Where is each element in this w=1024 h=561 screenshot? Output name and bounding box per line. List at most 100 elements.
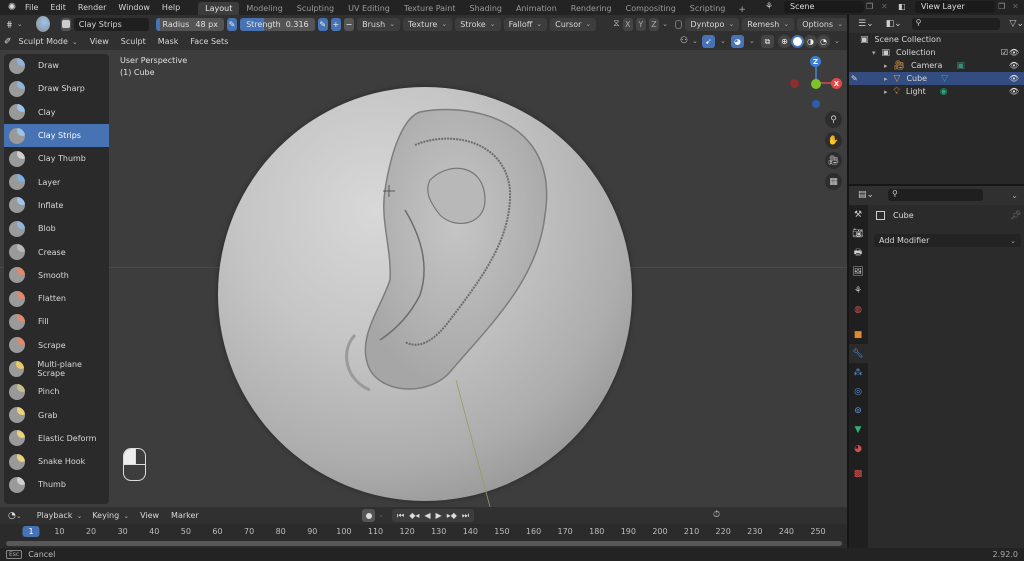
symmetry-y-toggle[interactable]: Y [635,17,646,31]
stroke-dropdown[interactable]: Stroke ⌄ [455,17,501,31]
next-keyframe-icon[interactable]: ▸◆ [447,511,457,520]
add-workspace-button[interactable]: + [732,5,752,15]
new-view-layer-icon[interactable]: ❐ [998,2,1005,11]
properties-search-input[interactable]: ⚲ [888,189,984,201]
sculpt-mode-icon[interactable]: ✎ [851,74,858,83]
tab-compositing[interactable]: Compositing [619,2,683,15]
scene-selector[interactable]: Scene [784,1,864,13]
strength-pressure-toggle[interactable]: ✎ [317,17,328,31]
menu-sculpt[interactable]: Sculpt [116,37,151,46]
tool-layer[interactable]: Layer [4,170,109,193]
area-divider[interactable] [848,184,1024,186]
visibility-eye-icon[interactable]: 👁︎ [1009,74,1019,83]
play-icon[interactable]: ▶ [436,511,442,520]
direction-subtract-button[interactable]: − [343,17,355,31]
timeline-editor-type-icon[interactable]: ◔ [8,511,16,521]
tool-draw-sharp[interactable]: Draw Sharp [4,77,109,100]
camera-data-icon[interactable]: ▣ [956,61,965,71]
tab-scripting[interactable]: Scripting [683,2,733,15]
texture-dropdown[interactable]: Texture ⌄ [403,17,453,31]
tool-draw[interactable]: Draw [4,54,109,77]
delete-scene-icon[interactable]: ✕ [881,2,888,11]
menu-edit[interactable]: Edit [44,3,72,12]
tool-pinch[interactable]: Pinch [4,380,109,403]
tab-rendering[interactable]: Rendering [564,2,619,15]
timeline-marker-menu[interactable]: Marker [165,511,205,520]
tab-animation[interactable]: Animation [509,2,564,15]
brush-preview-icon[interactable] [35,16,50,32]
tool-thumb[interactable]: Thumb [4,473,109,496]
tool-clay[interactable]: Clay [4,101,109,124]
tool-clay-strips[interactable]: Clay Strips [4,123,109,148]
tool-fill[interactable]: Fill [4,310,109,333]
chevron-down-icon[interactable]: ⌄ [692,37,698,45]
chevron-down-icon[interactable]: ⌄ [378,511,384,519]
pan-view-hand-icon[interactable]: ✋ [825,132,842,149]
render-icon[interactable]: 📷︎ [848,224,868,243]
gizmo-z-axis[interactable]: Z [810,56,821,67]
exclude-checkbox[interactable]: ☑ [1001,48,1008,57]
tool-scrape[interactable]: Scrape [4,334,109,357]
radius-field[interactable]: Radius 48 px [156,17,224,31]
dyntopo-dropdown[interactable]: Dyntopo ⌄ [685,17,740,31]
tool-clay-thumb[interactable]: Clay Thumb [4,147,109,170]
menu-window[interactable]: Window [112,3,156,12]
display-mode-icon[interactable]: ◧⌄ [886,19,902,29]
strength-field[interactable]: Strength 0.316 [240,17,315,31]
visibility-eye-icon[interactable]: 👁︎ [1009,87,1019,96]
properties-editor-type-icon[interactable]: ▤⌄ [858,190,874,200]
filter-icon[interactable]: ▽⌄ [1010,19,1024,29]
tool-inflate[interactable]: Inflate [4,194,109,217]
shading-options-chevron-icon[interactable]: ⌄ [834,37,840,45]
outliner-item-scene-collection[interactable]: ▣ Scene Collection [848,33,1024,46]
gizmo-y-axis[interactable] [811,79,821,89]
chevron-down-icon[interactable]: ⌄ [1011,191,1018,200]
tool-crease[interactable]: Crease [4,240,109,263]
outliner-item-camera[interactable]: ▸ 🎥︎ Camera ▣ 👁︎ [848,59,1024,72]
remesh-dropdown[interactable]: Remesh ⌄ [742,17,795,31]
scene-icon[interactable]: ⚘ [765,2,773,12]
chevron-down-icon[interactable]: ⌄ [720,37,726,45]
editor-type-button[interactable]: ⋕ ⌄ [4,18,25,31]
visibility-eye-icon[interactable]: 👁︎ [1009,48,1019,57]
material-icon[interactable]: ◕ [848,439,868,458]
prev-keyframe-icon[interactable]: ◆◂ [409,511,419,520]
gizmo-toggle[interactable]: ➹ [702,35,715,48]
pin-icon[interactable]: 📌︎ [1010,211,1021,221]
options-dropdown[interactable]: Options ⌄ [797,17,848,31]
brush-dropdown[interactable]: Brush ⌄ [357,17,401,31]
menu-file[interactable]: File [19,3,44,12]
camera-view-icon[interactable]: 🎥︎ [825,152,842,169]
outliner-search-input[interactable]: ⚲ [911,18,1000,30]
view-layer-icon[interactable]: 🖼︎ [848,262,868,281]
menu-render[interactable]: Render [72,3,112,12]
visibility-icon[interactable]: ⚇ [680,36,688,46]
cursor-dropdown[interactable]: Cursor ⌄ [550,17,597,31]
light-data-icon[interactable]: ◉ [940,87,948,97]
dyntopo-checkbox[interactable] [674,19,683,29]
symmetry-x-toggle[interactable]: X [622,17,633,31]
tool-icon[interactable]: ⚒ [848,205,868,224]
brush-name-field[interactable]: Clay Strips [73,17,150,31]
timeline-scrollbar[interactable] [6,541,842,546]
object-icon[interactable]: ■ [848,325,868,344]
texture-icon[interactable]: ▩ [848,464,868,483]
keying-menu[interactable]: Keying ⌄ [87,509,134,522]
object-data-icon[interactable]: ▼ [848,420,868,439]
zoom-view-icon[interactable]: ⚲ [825,111,842,128]
mesh-data-icon[interactable]: ▽ [941,74,948,84]
visibility-eye-icon[interactable]: 👁︎ [1009,61,1019,70]
add-modifier-dropdown[interactable]: Add Modifier ⌄ [874,234,1021,247]
area-divider[interactable] [847,15,849,548]
falloff-dropdown[interactable]: Falloff ⌄ [503,17,548,31]
tool-snake-hook[interactable]: Snake Hook [4,450,109,473]
world-icon[interactable]: ◍ [848,300,868,319]
symmetry-chevron-icon[interactable]: ⌄ [662,20,668,28]
stopwatch-icon[interactable]: ⏱ [713,510,720,520]
solid-shading-button[interactable] [791,35,804,48]
new-scene-icon[interactable]: ❐ [866,2,873,11]
frame-ruler[interactable]: 1 10 20 30 40 50 60 70 80 90 100 110 120 130 140 150 160… [0,525,848,539]
play-reverse-icon[interactable]: ◀ [424,511,430,520]
direction-add-button[interactable]: + [330,17,341,31]
chevron-down-icon[interactable]: ⌄ [16,512,22,520]
